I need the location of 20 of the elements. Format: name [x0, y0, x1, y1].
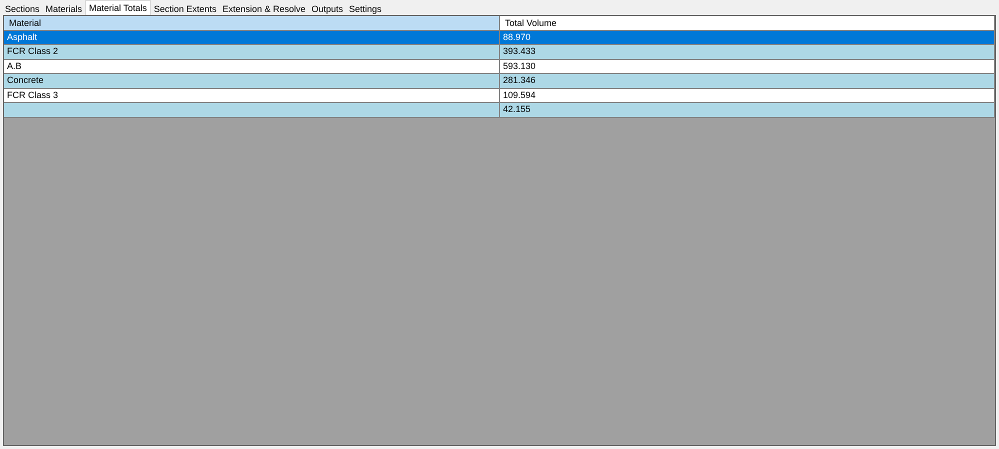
table-row[interactable]: Concrete 281.346 — [4, 74, 995, 88]
table-row[interactable]: Asphalt 88.970 — [4, 30, 995, 45]
table-cell: 593.130 — [500, 60, 995, 74]
table-cell: 393.433 — [500, 45, 995, 60]
table-cell: 281.346 — [500, 74, 995, 88]
table-cell: 88.970 — [500, 30, 995, 45]
table-row[interactable]: FCR Class 3 109.594 — [4, 88, 995, 103]
table-cell: 42.155 — [500, 103, 995, 118]
table-row[interactable]: FCR Class 2 393.433 — [4, 45, 995, 60]
table-row[interactable]: A.B 593.130 — [4, 60, 995, 74]
tab[interactable]: Material Totals — [85, 0, 151, 15]
table-cell: 109.594 — [500, 88, 995, 103]
column-header[interactable]: Material — [4, 16, 500, 31]
table-cell: Concrete — [4, 74, 500, 88]
table-cell: Asphalt — [4, 30, 500, 45]
column-header[interactable]: Total Volume — [500, 16, 995, 31]
table-cell: FCR Class 2 — [4, 45, 500, 60]
table-cell: FCR Class 3 — [4, 88, 500, 103]
table-row[interactable]: 42.155 — [4, 103, 995, 118]
table-cell: A.B — [4, 60, 500, 74]
